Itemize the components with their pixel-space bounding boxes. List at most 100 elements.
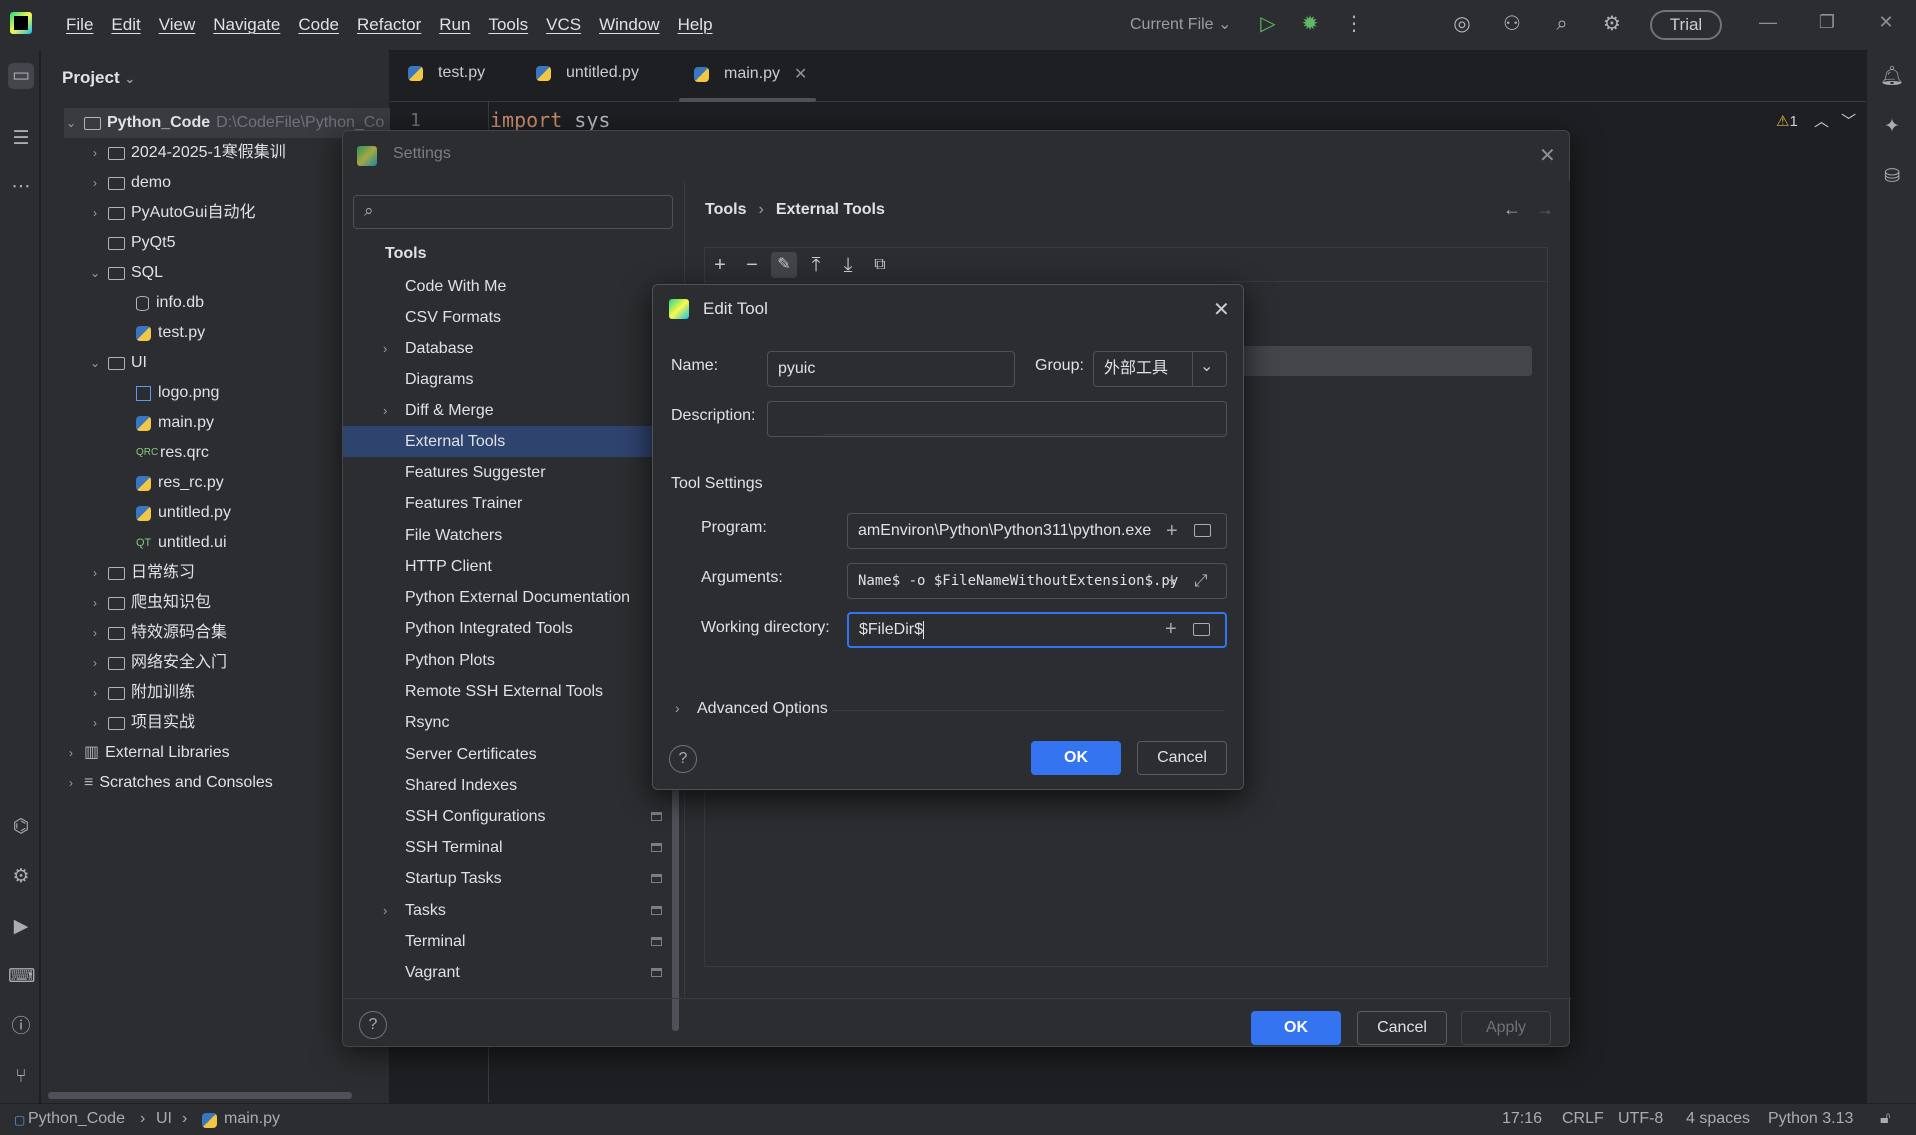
help-icon[interactable]: ?	[359, 1011, 387, 1039]
settings-item[interactable]: Features Trainer	[343, 488, 683, 519]
database-icon[interactable]: ⛁	[1879, 164, 1905, 190]
insert-macro-icon[interactable]: +	[1165, 614, 1177, 645]
edit-pencil-icon[interactable]: ✎	[771, 252, 797, 278]
program-field[interactable]: amEnviron\Python\Python311\python.exe +	[847, 513, 1227, 549]
ai-assistant-icon[interactable]: ◎	[1450, 12, 1474, 36]
close-window-icon[interactable]: ✕	[1874, 12, 1898, 33]
breadcrumb-parent[interactable]: Tools	[705, 201, 746, 218]
tree-file[interactable]: logo.png	[136, 378, 219, 408]
tree-file[interactable]: QRC res.qrc	[136, 438, 209, 468]
settings-nav-scrollbar[interactable]	[672, 771, 679, 1031]
arguments-field[interactable]: Name$ -o $FileNameWithoutExtension$.py + ⤢	[847, 563, 1227, 599]
status-crumb-file[interactable]: main.py	[224, 1110, 280, 1128]
tree-folder[interactable]: › 特效源码合集	[88, 618, 227, 648]
settings-apply-button[interactable]: Apply	[1461, 1011, 1551, 1045]
tree-file[interactable]: untitled.py	[136, 498, 231, 528]
more-actions-icon[interactable]: ⋮	[1342, 12, 1366, 36]
tab-untitled-py[interactable]: untitled.py	[536, 64, 639, 82]
project-tool-icon[interactable]: ▭	[8, 63, 34, 89]
edit-tool-ok-button[interactable]: OK	[1031, 741, 1121, 775]
move-up-icon[interactable]: ⤒	[803, 252, 829, 278]
close-tab-icon[interactable]: ✕	[794, 64, 807, 84]
menu-navigate[interactable]: Navigate	[204, 15, 289, 35]
tree-root-python-code[interactable]: ⌄ Python_Code D:\CodeFile\Python_Co	[64, 108, 390, 138]
settings-item[interactable]: CSV Formats	[343, 302, 683, 333]
settings-item[interactable]: Features Suggester	[343, 457, 683, 488]
menu-vcs[interactable]: VCS	[537, 15, 590, 35]
advanced-options-toggle[interactable]: Advanced Options	[697, 700, 828, 718]
tree-file[interactable]: test.py	[136, 318, 205, 348]
menu-edit[interactable]: Edit	[102, 15, 149, 35]
settings-gear-icon[interactable]: ⚙	[1600, 12, 1624, 36]
settings-item[interactable]: › Database	[343, 333, 683, 364]
settings-item[interactable]: Shared Indexes	[343, 770, 683, 801]
python-interpreter[interactable]: Python 3.13	[1768, 1110, 1853, 1128]
remove-icon[interactable]: −	[739, 252, 765, 278]
file-encoding[interactable]: UTF-8	[1618, 1110, 1663, 1128]
settings-item[interactable]: SSH Terminal	[343, 832, 683, 863]
browse-folder-icon[interactable]	[1193, 623, 1210, 636]
settings-cancel-button[interactable]: Cancel	[1357, 1011, 1447, 1045]
settings-item[interactable]: › Tasks	[343, 895, 683, 926]
close-icon[interactable]: ✕	[1539, 143, 1556, 168]
inspection-widget[interactable]: ⚠1 ︿ ﹀	[1776, 110, 1856, 131]
menu-view[interactable]: View	[150, 15, 205, 35]
menu-run[interactable]: Run	[430, 15, 479, 35]
chevron-up-icon[interactable]: ︿	[1814, 113, 1829, 130]
code-line[interactable]: import sys	[490, 108, 610, 132]
run-configuration-dropdown[interactable]: Current File ⌄	[1130, 14, 1231, 34]
tree-folder[interactable]: ⌄ UI	[88, 348, 147, 378]
settings-item[interactable]: Rsync	[343, 707, 683, 738]
notifications-icon[interactable]: 🔔︎	[1879, 64, 1905, 90]
settings-item[interactable]: HTTP Client	[343, 551, 683, 582]
restore-icon[interactable]: ❐	[1815, 12, 1839, 33]
menu-tools[interactable]: Tools	[479, 15, 537, 35]
tree-file[interactable]: res_rc.py	[136, 468, 224, 498]
browse-folder-icon[interactable]	[1194, 524, 1211, 537]
edit-tool-cancel-button[interactable]: Cancel	[1137, 741, 1227, 775]
project-horizontal-scrollbar[interactable]	[48, 1092, 352, 1099]
help-icon[interactable]: ?	[669, 745, 697, 773]
settings-item[interactable]: Startup Tasks	[343, 863, 683, 894]
tree-file[interactable]: QT untitled.ui	[136, 528, 227, 558]
caret-position[interactable]: 17:16	[1502, 1110, 1542, 1128]
chevron-right-icon[interactable]: ›	[675, 700, 680, 716]
settings-item[interactable]: File Watchers	[343, 520, 683, 551]
terminal-icon[interactable]: ⌨	[8, 964, 35, 990]
tree-external-libraries[interactable]: › ▥ External Libraries	[64, 738, 230, 768]
settings-item[interactable]: Python Plots	[343, 645, 683, 676]
tree-folder[interactable]: › 爬虫知识包	[88, 588, 211, 618]
line-separator[interactable]: CRLF	[1562, 1110, 1604, 1128]
problems-icon[interactable]: ⓘ	[8, 1014, 34, 1040]
settings-item[interactable]: Code With Me	[343, 271, 683, 302]
close-icon[interactable]: ✕	[1213, 297, 1230, 322]
settings-item[interactable]: SSH Configurations	[343, 801, 683, 832]
settings-item[interactable]: Vagrant	[343, 957, 683, 988]
tree-folder[interactable]: › 日常练习	[88, 558, 195, 588]
settings-search-input[interactable]: ⌕	[353, 195, 673, 229]
name-field[interactable]: pyuic	[767, 351, 1015, 387]
settings-item[interactable]: Python External Documentation	[343, 582, 683, 613]
search-icon[interactable]: ⌕	[1550, 12, 1574, 36]
git-icon[interactable]: ⑂	[8, 1064, 34, 1090]
settings-item[interactable]: Diagrams	[343, 364, 683, 395]
menu-window[interactable]: Window	[590, 15, 668, 35]
settings-item[interactable]: Python Integrated Tools	[343, 613, 683, 644]
tree-scratches[interactable]: › ≡ Scratches and Consoles	[64, 768, 273, 798]
copy-icon[interactable]: ⧉	[867, 252, 893, 278]
add-icon[interactable]: +	[707, 252, 733, 278]
indent-setting[interactable]: 4 spaces	[1686, 1110, 1750, 1128]
tree-folder[interactable]: ⌄ SQL	[88, 258, 163, 288]
settings-section-tools[interactable]: Tools	[343, 238, 683, 269]
tree-folder[interactable]: PyQt5	[88, 228, 175, 258]
back-arrow-icon[interactable]: ←	[1503, 199, 1521, 220]
project-view-header[interactable]: Project ⌄	[62, 68, 135, 88]
chevron-down-icon[interactable]: ﹀	[1841, 113, 1856, 130]
lock-icon[interactable]: 🔓︎	[1880, 1110, 1890, 1128]
python-console-icon[interactable]: ⚙	[8, 864, 34, 890]
tab-test-py[interactable]: test.py	[408, 64, 485, 82]
tree-folder[interactable]: › 附加训练	[88, 678, 195, 708]
trial-button[interactable]: Trial	[1650, 10, 1722, 40]
run-icon[interactable]: ▷	[1256, 12, 1280, 36]
tree-file[interactable]: main.py	[136, 408, 214, 438]
